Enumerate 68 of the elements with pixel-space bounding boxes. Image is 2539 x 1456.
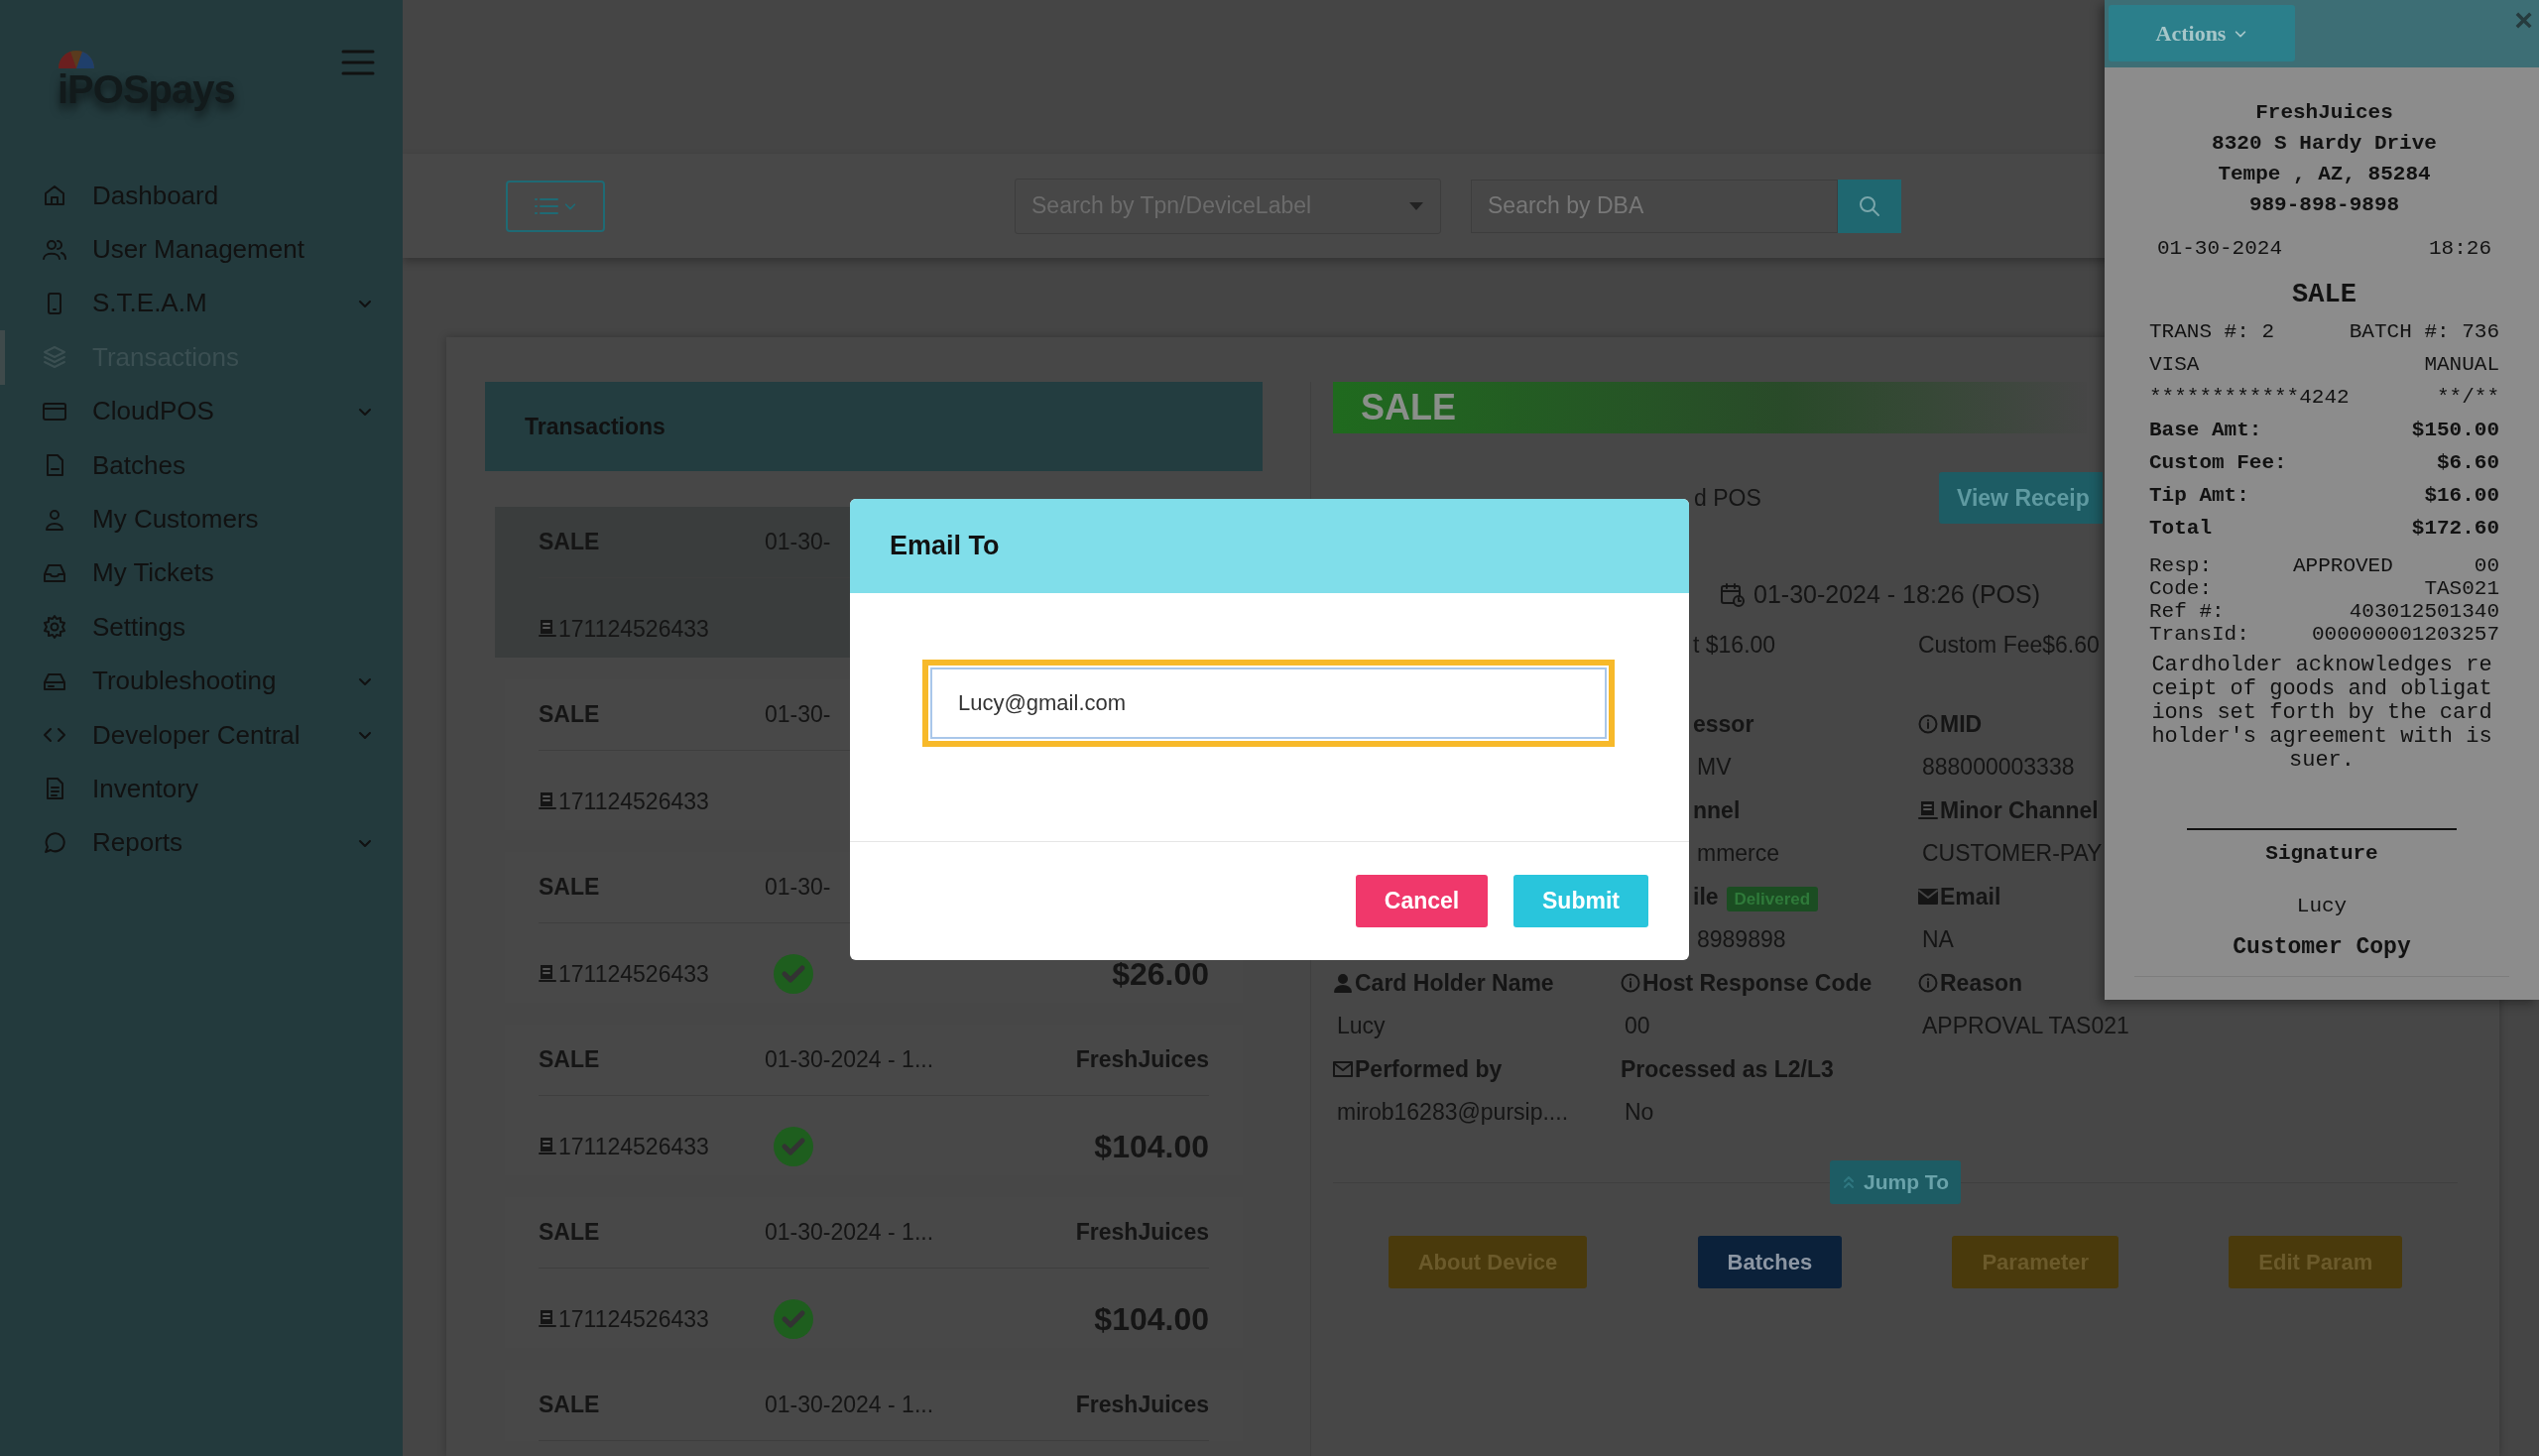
register-icon [539, 619, 556, 639]
receipt-value: BATCH #: 736 [2349, 318, 2499, 345]
receipt-label: Base Amt: [2149, 417, 2262, 443]
actions-button[interactable]: Actions [2109, 5, 2295, 61]
envelope-icon [1333, 1059, 1353, 1079]
merchant-info: FreshJuices [2254, 100, 2394, 126]
list-view-button[interactable] [506, 180, 605, 232]
merchant-info: 8320 S Hardy Drive [2211, 131, 2438, 157]
jump-to-button[interactable]: Jump To [1830, 1160, 1961, 1204]
list-icon [534, 195, 559, 216]
receipt-label: Code: [2149, 576, 2212, 600]
caret-down-icon [1408, 200, 1424, 211]
receipt-value: 000000001203257 [2311, 622, 2499, 646]
submit-button[interactable]: Submit [1513, 875, 1648, 927]
receipt-label: TransId: [2149, 622, 2249, 646]
copy-label: Customer Copy [2232, 932, 2412, 962]
calendar-icon [1720, 582, 1746, 608]
merchant-info: Tempe , AZ, 85284 [2217, 162, 2432, 187]
disclaimer-text: Cardholder acknowledges receipt of goods and obligations set forth by the cardholder's agreement with issuer. [2151, 653, 2492, 773]
register-icon [1918, 800, 1938, 820]
receipt-value: $16.00 [2424, 482, 2499, 509]
view-receipt-button[interactable]: View Receip [1939, 472, 2103, 524]
receipt-label: Custom Fee: [2149, 449, 2287, 476]
receipt-value: **/** [2437, 384, 2499, 411]
receipt-value: $172.60 [2411, 515, 2499, 542]
register-icon [539, 791, 556, 811]
receipt-label: VISA [2149, 351, 2200, 378]
merchant-info: 989-898-9898 [2247, 192, 2401, 218]
receipt-label: TRANS #: 2 [2149, 318, 2275, 345]
signer-name: Lucy [2295, 894, 2349, 919]
signature-label: Signature [2264, 840, 2379, 867]
receipt-value: 403012501340 [2349, 599, 2499, 623]
register-icon [539, 1137, 556, 1156]
search-icon [1859, 194, 1880, 217]
register-icon [539, 1309, 556, 1329]
chat-bubble-icon [42, 829, 67, 856]
register-icon [539, 964, 556, 984]
cancel-button[interactable]: Cancel [1356, 875, 1488, 927]
email-field[interactable]: Lucy@gmail.com [922, 660, 1615, 747]
modal-title: Email To [850, 499, 1689, 593]
receipt-label: Total [2149, 515, 2212, 542]
settings-icon [42, 614, 67, 641]
receipt-value: $150.00 [2411, 417, 2499, 443]
person-icon [1333, 973, 1353, 993]
receipt-value: $6.60 [2437, 449, 2499, 476]
receipt-label: Ref #: [2149, 599, 2225, 623]
receipt-label: ************4242 [2149, 384, 2350, 411]
menu-icon [341, 49, 375, 76]
receipt-label: Resp: [2149, 553, 2212, 577]
info-icon [1918, 973, 1938, 993]
receipt-value: MANUAL [2424, 351, 2499, 378]
receipt-value: 00 [2474, 553, 2499, 577]
receipt-time: 18:26 [2429, 236, 2491, 262]
receipt-type: SALE [2291, 279, 2358, 311]
receipt-value: TAS021 [2424, 576, 2499, 600]
close-button[interactable]: × [2514, 4, 2533, 36]
receipt-label: Tip Amt: [2149, 482, 2249, 509]
menu-button[interactable] [341, 48, 375, 77]
envelope-icon [1918, 887, 1938, 907]
umbrella-icon [58, 48, 95, 69]
layers-icon [42, 344, 67, 371]
action-button[interactable]: Batches [1697, 1236, 1843, 1288]
receipt-value: APPROVED [2293, 553, 2393, 577]
search-button[interactable] [1838, 179, 1901, 233]
info-icon [1621, 973, 1640, 993]
receipt-date: 01-30-2024 [2157, 236, 2283, 262]
double-chevron-up-icon [1842, 1174, 1856, 1190]
info-icon [1918, 714, 1938, 734]
